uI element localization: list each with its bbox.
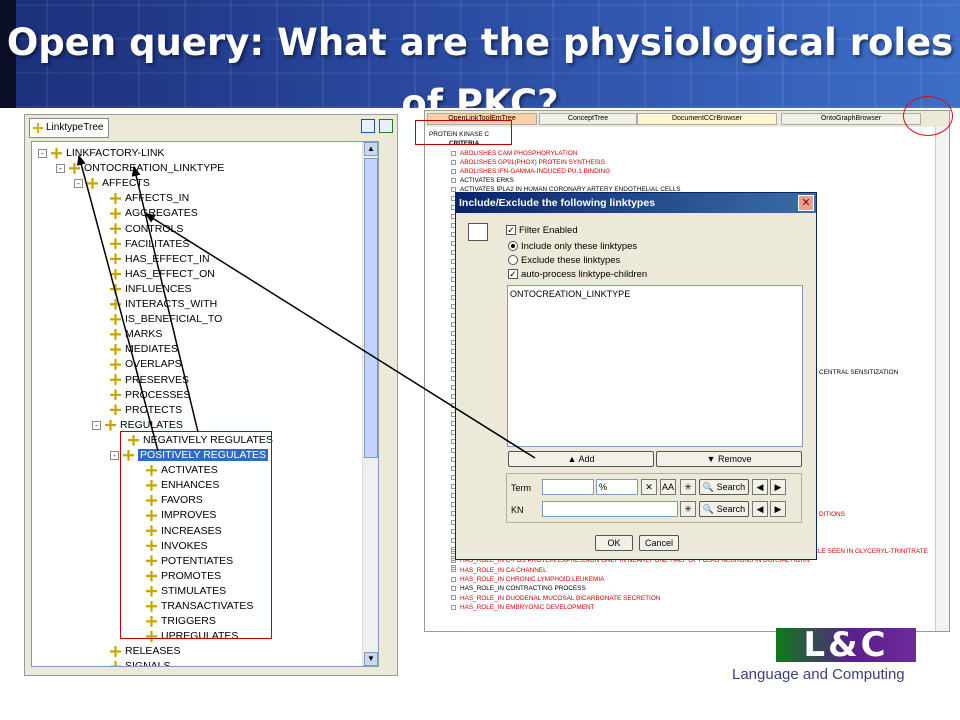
annotation-arrows [76,154,536,459]
arrow-to-linkfactory [76,154,159,452]
arrow-to-affects [144,213,536,459]
slide: Open query: What are the physiological r… [0,0,960,720]
arrow-to-ontocreation [131,165,199,433]
